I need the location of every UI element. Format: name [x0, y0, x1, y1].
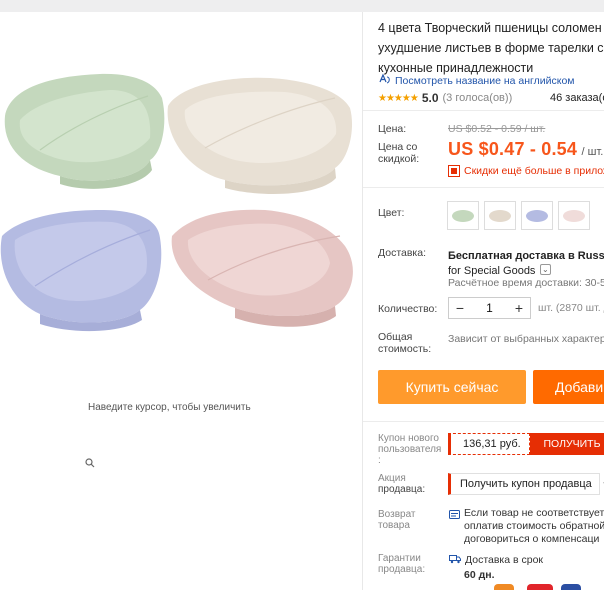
rating-votes[interactable]: (3 голоса(ов))	[443, 92, 513, 104]
return-policy: Если товар не соответствует оплатив стои…	[449, 507, 604, 546]
get-coupon-button[interactable]: ПОЛУЧИТЬ	[530, 433, 604, 455]
leaf-dish-green	[4, 73, 165, 189]
orders-count: 46 заказа(о	[550, 92, 604, 104]
return-text-line-2: оплатив стоимость обратной	[464, 520, 604, 532]
zoom-hint-text: Наведите курсор, чтобы увеличить	[88, 402, 251, 413]
color-swatch-green[interactable]	[447, 201, 479, 230]
guarantee-label-line-1: Гарантии	[378, 553, 421, 564]
seller-coupon-dropdown[interactable]: Получить купон продавца ▼	[448, 473, 604, 495]
return-label: Возврат товара	[378, 509, 416, 531]
seller-promo-label: Акция продавца:	[378, 473, 425, 495]
column-divider	[362, 12, 363, 590]
return-policy-icon	[449, 507, 460, 546]
new-user-coupon[interactable]: 136,31 руб. ПОЛУЧИТЬ	[448, 433, 604, 455]
shipping-time: Расчётное время доставки: 30-5	[448, 277, 604, 289]
shipping-label: Доставка:	[378, 247, 427, 259]
discount-label-line-1: Цена со	[378, 141, 418, 153]
payment-card-icon	[561, 584, 581, 590]
total-label: Общая стоимость:	[378, 331, 431, 355]
leaf-dish-beige-thumb	[489, 209, 511, 222]
return-text-line-1: Если товар не соответствует	[464, 507, 604, 519]
quantity-plus-button[interactable]: +	[508, 300, 530, 316]
zoom-hint: Наведите курсор, чтобы увеличить	[85, 402, 251, 468]
return-text-line-3: договориться о компенсаци	[464, 533, 600, 545]
translate-title-link[interactable]: Посмотреть название на английском	[378, 73, 575, 88]
guarantee-text: Доставка в срок	[465, 553, 544, 566]
leaf-dish-green-thumb	[452, 209, 474, 222]
divider	[363, 421, 604, 422]
translate-icon	[378, 73, 391, 88]
product-image[interactable]	[0, 68, 362, 338]
shipping-service[interactable]: for Special Goods	[448, 265, 535, 277]
product-page: Наведите курсор, чтобы увеличить 4 цвета…	[0, 0, 604, 590]
seller-coupon-text: Получить купон продавца	[460, 478, 592, 490]
payment-card-icon	[527, 584, 553, 590]
top-bar	[0, 0, 604, 12]
leaf-dish-pink-thumb	[563, 209, 585, 222]
color-swatch-blue[interactable]	[521, 201, 553, 230]
total-value: Зависит от выбранных характер	[448, 333, 604, 345]
product-title: 4 цвета Творческий пшеницы соломен ухудш…	[378, 18, 604, 78]
discount-label-line-2: скидкой:	[378, 153, 420, 165]
total-label-line-1: Общая	[378, 331, 413, 343]
new-user-coupon-label: Купон нового пользователя :	[378, 433, 441, 466]
new-user-label-line-1: Купон нового	[378, 433, 439, 444]
price-label: Цена:	[378, 123, 407, 135]
app-promo-link[interactable]: Скидки ещё больше в прилож	[448, 165, 604, 177]
shipping-destination: в Russian	[567, 250, 604, 262]
leaf-dish-blue-thumb	[526, 209, 548, 222]
discount-price: US $0.47 - 0.54 / шт.	[448, 139, 603, 160]
discount-price-label: Цена со скидкой:	[378, 141, 419, 165]
color-swatch-beige[interactable]	[484, 201, 516, 230]
divider	[363, 187, 604, 188]
rating-row[interactable]: ★★★★★ 5.0 (3 голоса(ов))	[378, 91, 512, 105]
quantity-label: Количество:	[378, 303, 438, 315]
quantity-minus-button[interactable]: −	[449, 300, 471, 316]
title-line-1: 4 цвета Творческий пшеницы соломен	[378, 21, 602, 35]
color-swatch-pink[interactable]	[558, 201, 590, 230]
per-unit: / шт.	[581, 146, 604, 158]
old-price: US $0.52 - 0.59 / шт.	[448, 123, 546, 135]
buy-now-button[interactable]: Купить сейчас	[378, 370, 526, 404]
qr-code-icon	[448, 165, 460, 177]
quantity-available: шт. (2870 шт. д	[538, 302, 604, 314]
leaf-dish-beige	[167, 77, 353, 194]
leaf-dish-pink	[171, 209, 353, 327]
divider	[363, 110, 604, 111]
seller-promo-label-line-1: Акция	[378, 473, 406, 484]
total-label-line-2: стоимость:	[378, 343, 432, 355]
translate-link-text[interactable]: Посмотреть название на английском	[395, 75, 575, 87]
chevron-down-icon[interactable]: ⌄	[539, 264, 551, 276]
quantity-input[interactable]: 1	[471, 301, 508, 315]
price-value: US $0.47 - 0.54	[448, 139, 578, 159]
quantity-stepper[interactable]: − 1 +	[448, 297, 531, 319]
guarantee-info: Доставка в срок 60 дн.	[449, 551, 543, 582]
delivery-truck-icon	[449, 551, 461, 569]
new-user-label-line-2: пользователя	[378, 444, 442, 455]
seller-promo-label-line-2: продавца:	[378, 484, 426, 495]
app-promo-text[interactable]: Скидки ещё больше в прилож	[464, 165, 604, 177]
add-to-cart-button[interactable]: Добави	[533, 370, 604, 404]
title-line-2: ухудшение листьев в форме тарелки с	[378, 41, 604, 55]
return-label-line-2: товара	[378, 520, 410, 531]
payment-card-icon	[494, 584, 514, 590]
color-label: Цвет:	[378, 207, 405, 219]
product-gallery[interactable]: Наведите курсор, чтобы увеличить	[0, 12, 362, 590]
rating-stars: ★★★★★	[378, 92, 419, 104]
coupon-amount: 136,31 руб.	[448, 433, 530, 455]
leaf-dish-blue	[0, 210, 162, 332]
guarantee-days: 60 дн.	[464, 569, 495, 581]
rating-value: 5.0	[421, 91, 439, 105]
guarantee-label-line-2: продавца:	[378, 564, 426, 575]
new-user-label-line-3: :	[378, 455, 381, 466]
return-label-line-1: Возврат	[378, 509, 416, 520]
guarantee-label: Гарантии продавца:	[378, 553, 425, 575]
